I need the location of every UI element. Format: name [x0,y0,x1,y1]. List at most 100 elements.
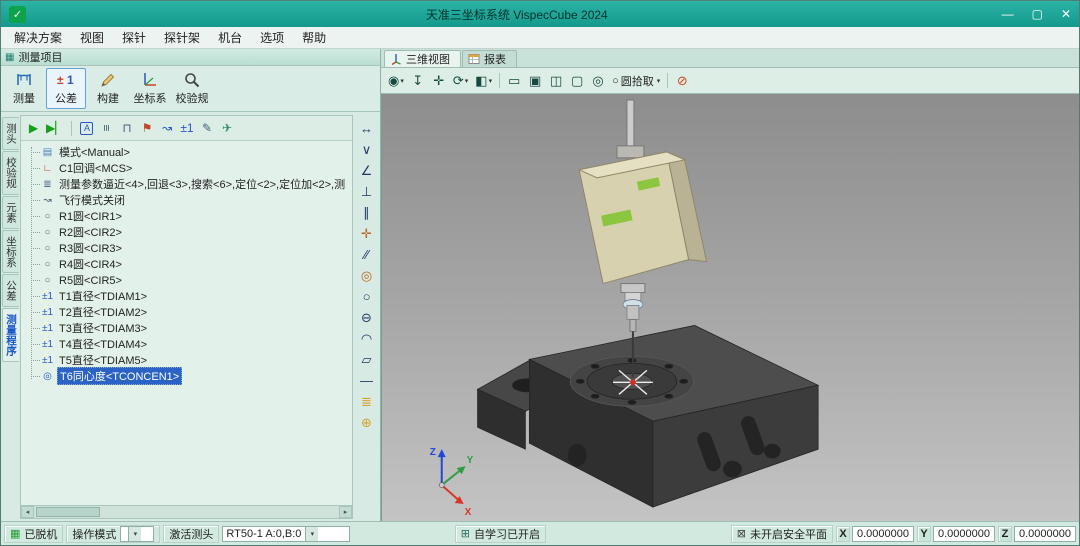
minimize-button[interactable]: — [1002,7,1014,21]
tree-item-tdiam3[interactable]: ±1T3直径<TDIAM3> [23,320,352,336]
tree-item-params[interactable]: ≣测量参数逼近<4>,回退<3>,搜索<6>,定位<2>,定位加<2>,测 [23,176,352,192]
ribbon-tab-tolerance[interactable]: ±1公差 [46,68,86,109]
caliper-icon-button[interactable]: ⊓ [119,119,134,137]
edit-icon-button[interactable]: ✎ [199,119,214,137]
clip-plane-icon[interactable]: ◫ [547,71,565,91]
title-bar: ✓ 天准三坐标系统 VispecCube 2024 — ▢ ✕ [1,1,1079,27]
self-learn-label: 自学习已开启 [474,526,540,542]
ribbon-tab-gauge[interactable]: 校验规 [172,68,212,109]
scrollbar-track[interactable] [34,506,339,518]
side-tab-program[interactable]: 测量程序 [2,308,19,362]
side-tab-gauge[interactable]: 校验规 [2,151,19,195]
tree-item-cir2[interactable]: ○R2圆<CIR2> [23,224,352,240]
angularity-icon[interactable]: ∕∕ [356,244,378,265]
tree-item-label: T6同心度<TCONCEN1> [57,367,182,385]
view-tab-report[interactable]: 报表 [462,50,517,67]
true-position-icon[interactable]: ⊕ [356,412,378,433]
target-icon[interactable]: ◎ [589,71,607,91]
min-max-icon[interactable]: ∨ [356,139,378,160]
navigate-icon-button[interactable]: ✈ [219,119,234,137]
side-tab-feature[interactable]: 元素 [2,196,19,229]
program-icon-button[interactable]: A [79,119,94,137]
side-tab-coordinate[interactable]: 坐标系 [2,230,19,274]
maximize-button[interactable]: ▢ [1032,7,1043,21]
operation-mode-select[interactable]: ▾ [120,526,154,542]
rotate-icon[interactable]: ⟳▾ [451,71,470,91]
close-button[interactable]: ✕ [1061,7,1071,21]
diameter-tolerance-icon: ±1 [41,339,54,350]
position-icon[interactable]: ✛ [356,223,378,244]
ribbon: 测量 ±1公差构建坐标系校验规 [1,66,380,112]
tree-item-tconcen1[interactable]: ◎T6同心度<TCONCEN1> [23,368,352,384]
emergency-stop-icon[interactable]: ⊘ [673,71,691,91]
visibility-icon[interactable]: ◉▾ [386,71,406,91]
pan-icon[interactable]: ✛ [430,71,448,91]
tree-item-recall[interactable]: ∟C1回调<MCS> [23,160,352,176]
diameter-tolerance-icon: ±1 [41,291,54,302]
zoom-window-icon[interactable]: ▭ [505,71,523,91]
ribbon-tab-label: 测量 [13,90,35,106]
horizontal-scrollbar[interactable]: ◂ ▸ [21,505,352,518]
tree-item-cir1[interactable]: ○R1圆<CIR1> [23,208,352,224]
perpendicularity-icon[interactable]: ⊥ [356,181,378,202]
tree-item-label: 飞行模式关闭 [57,192,127,208]
construct-icon [99,71,117,89]
tree-item-cir5[interactable]: ○R5圆<CIR5> [23,272,352,288]
flag-icon-button[interactable]: ⚑ [139,119,154,137]
tree-item-cir4[interactable]: ○R4圆<CIR4> [23,256,352,272]
scroll-right-icon[interactable]: ▸ [339,506,352,518]
viewport-3d[interactable]: Z Y X [381,94,1079,521]
symmetry-icon[interactable]: ≣ [356,391,378,412]
main-area: ▦ 测量项目 测量±1公差构建坐标系校验规 测头校验规元素坐标系公差测量程序 ▶… [1,49,1079,521]
coord-value: 0.0000000 [933,526,995,542]
coord-group: X0.0000000Y0.0000000Z0.0000000 [836,526,1076,542]
tolerance-icon-button[interactable]: ±1 [179,119,194,137]
iso-view-icon[interactable]: ◧▾ [473,71,494,91]
label-display-icon[interactable]: ▣ [526,71,544,91]
tree-item-tdiam2[interactable]: ±1T2直径<TDIAM2> [23,304,352,320]
circle-pick-button[interactable]: ○圆拾取▾ [610,71,662,91]
fit-view-icon[interactable]: ▢ [568,71,586,91]
probe-pose-icon[interactable]: ↧ [409,71,427,91]
menu-item-6[interactable]: 选项 [251,27,293,48]
histogram-icon-button[interactable]: ≡ [99,119,114,137]
tree-item-mode[interactable]: ▤模式<Manual> [23,144,352,160]
side-tab-probe[interactable]: 测头 [2,117,19,150]
ribbon-tab-construct[interactable]: 构建 [88,68,128,109]
tree-item-tdiam5[interactable]: ±1T5直径<TDIAM5> [23,352,352,368]
axis-triad: Z Y X [430,447,474,518]
ribbon-tab-coordinate-system[interactable]: 坐标系 [130,68,170,109]
tree-item-tdiam4[interactable]: ±1T4直径<TDIAM4> [23,336,352,352]
run-icon-button[interactable]: ▶ [26,119,41,137]
parallelism-icon[interactable]: ∥ [356,202,378,223]
panel-header: ▦ 测量项目 [1,49,380,66]
menu-item-1[interactable]: 解决方案 [5,27,71,48]
roundness-icon[interactable]: ○ [356,286,378,307]
tree-item-tdiam1[interactable]: ±1T1直径<TDIAM1> [23,288,352,304]
window-title: 天准三坐标系统 VispecCube 2024 [32,6,1002,23]
flatness-icon[interactable]: ▱ [356,349,378,370]
angle-icon[interactable]: ∠ [356,160,378,181]
concentricity-icon[interactable]: ◎ [356,265,378,286]
side-tab-tolerance[interactable]: 公差 [2,274,19,307]
diameter-tolerance-icon: ±1 [41,307,54,318]
scroll-left-icon[interactable]: ◂ [21,506,34,518]
menu-item-2[interactable]: 视图 [71,27,113,48]
menu-item-3[interactable]: 探针 [113,27,155,48]
view-tab-3d-view[interactable]: 三维视图 [384,50,461,67]
tree-item-flymode[interactable]: ↝飞行模式关闭 [23,192,352,208]
menu-item-7[interactable]: 帮助 [293,27,335,48]
active-probe-select[interactable]: RT50-1 A:0,B:0 ▾ [222,526,350,542]
cylindricity-icon[interactable]: ⊖ [356,307,378,328]
ribbon-tab-measure[interactable]: 测量 [4,68,44,109]
step-run-icon-button[interactable]: ▶▏ [46,119,64,137]
menu-item-4[interactable]: 探针架 [155,27,209,48]
tree-item-cir3[interactable]: ○R3圆<CIR3> [23,240,352,256]
straightness-icon[interactable]: — [356,370,378,391]
step-run-icon: ▶▏ [46,121,64,135]
path-icon-button[interactable]: ↝ [159,119,174,137]
line-profile-icon[interactable]: ◠ [356,328,378,349]
menu-item-5[interactable]: 机台 [209,27,251,48]
scrollbar-thumb[interactable] [36,507,100,517]
distance-icon[interactable]: ↔ [356,118,378,139]
